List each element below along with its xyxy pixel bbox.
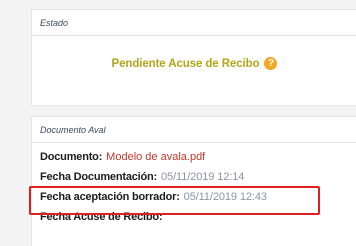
fecha-aceptacion-borrador-value: 05/11/2019 12:43 <box>183 191 267 203</box>
question-circle-icon[interactable]: ? <box>264 57 278 70</box>
fecha-documentacion-label: Fecha Documentación: <box>40 171 158 183</box>
estado-panel-header: Estado <box>32 10 356 36</box>
fecha-documentacion-row: Fecha Documentación: 05/11/2019 12:14 <box>40 167 356 187</box>
documento-aval-body: Documento: Modelo de avala.pdf Fecha Doc… <box>32 143 356 227</box>
estado-panel: Estado Pendiente Acuse de Recibo ? <box>31 9 356 106</box>
documento-aval-title: Documento Aval <box>40 124 106 135</box>
documento-file-link[interactable]: Modelo de avala.pdf <box>106 151 205 163</box>
documento-label: Documento: <box>40 151 103 163</box>
documento-aval-header: Documento Aval <box>32 117 356 143</box>
estado-title: Estado <box>40 17 69 28</box>
fecha-documentacion-value: 05/11/2019 12:14 <box>161 171 245 183</box>
status-text: Pendiente Acuse de Recibo <box>111 57 260 70</box>
status-row: Pendiente Acuse de Recibo ? <box>32 57 356 70</box>
fecha-aceptacion-borrador-row: Fecha aceptación borrador: 05/11/2019 12… <box>40 187 356 207</box>
documento-row: Documento: Modelo de avala.pdf <box>40 147 356 167</box>
fecha-aceptacion-borrador-label: Fecha aceptación borrador: <box>40 191 180 203</box>
fecha-acuse-recibo-row: Fecha Acuse de Recibo: <box>40 207 356 227</box>
fecha-acuse-recibo-label: Fecha Acuse de Recibo: <box>40 211 163 223</box>
documento-aval-panel: Documento Aval Documento: Modelo de aval… <box>31 116 356 246</box>
